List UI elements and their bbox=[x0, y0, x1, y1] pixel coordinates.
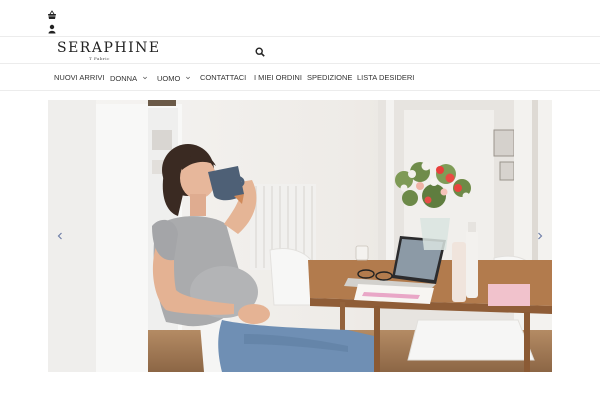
nav-item-label: SPEDIZIONE bbox=[307, 73, 353, 82]
nav-item-spedizione[interactable]: SPEDIZIONE bbox=[307, 73, 352, 82]
nav-item-donna[interactable]: DONNA bbox=[110, 73, 147, 83]
slider-next-arrow-icon[interactable] bbox=[536, 229, 544, 241]
nav-item-label: I MIEI ORDINI bbox=[254, 73, 302, 82]
nav-item-lista-desideri[interactable]: LISTA DESIDERI bbox=[357, 73, 414, 82]
logo-row: SERAPHINE T Fabric bbox=[0, 37, 600, 64]
brand-tagline: T Fabric bbox=[89, 56, 110, 61]
nav-item-label: DONNA bbox=[110, 74, 137, 83]
nav-item-nuovi-arrivi[interactable]: NUOVI ARRIVI bbox=[54, 73, 104, 82]
top-utility-bar bbox=[0, 0, 600, 37]
basket-icon[interactable] bbox=[47, 7, 57, 19]
slider-prev-arrow-icon[interactable] bbox=[56, 229, 64, 241]
hero-image bbox=[48, 100, 552, 372]
search-icon[interactable] bbox=[255, 44, 265, 57]
hero-slider[interactable] bbox=[48, 100, 552, 372]
nav-item-label: CONTATTACI bbox=[200, 73, 247, 82]
main-navigation: NUOVI ARRIVI DONNA UOMO CONTATTACI I MIE… bbox=[0, 64, 600, 91]
chevron-down-icon bbox=[142, 73, 147, 80]
user-icon[interactable] bbox=[47, 21, 57, 34]
nav-item-contattaci[interactable]: CONTATTACI bbox=[200, 73, 246, 82]
nav-item-label: UOMO bbox=[157, 74, 181, 83]
nav-item-label: NUOVI ARRIVI bbox=[54, 73, 105, 82]
brand-logo[interactable]: SERAPHINE bbox=[57, 40, 161, 56]
nav-item-label: LISTA DESIDERI bbox=[357, 73, 415, 82]
chevron-down-icon bbox=[186, 73, 191, 80]
nav-item-uomo[interactable]: UOMO bbox=[157, 73, 191, 83]
nav-item-i-miei-ordini[interactable]: I MIEI ORDINI bbox=[254, 73, 302, 82]
